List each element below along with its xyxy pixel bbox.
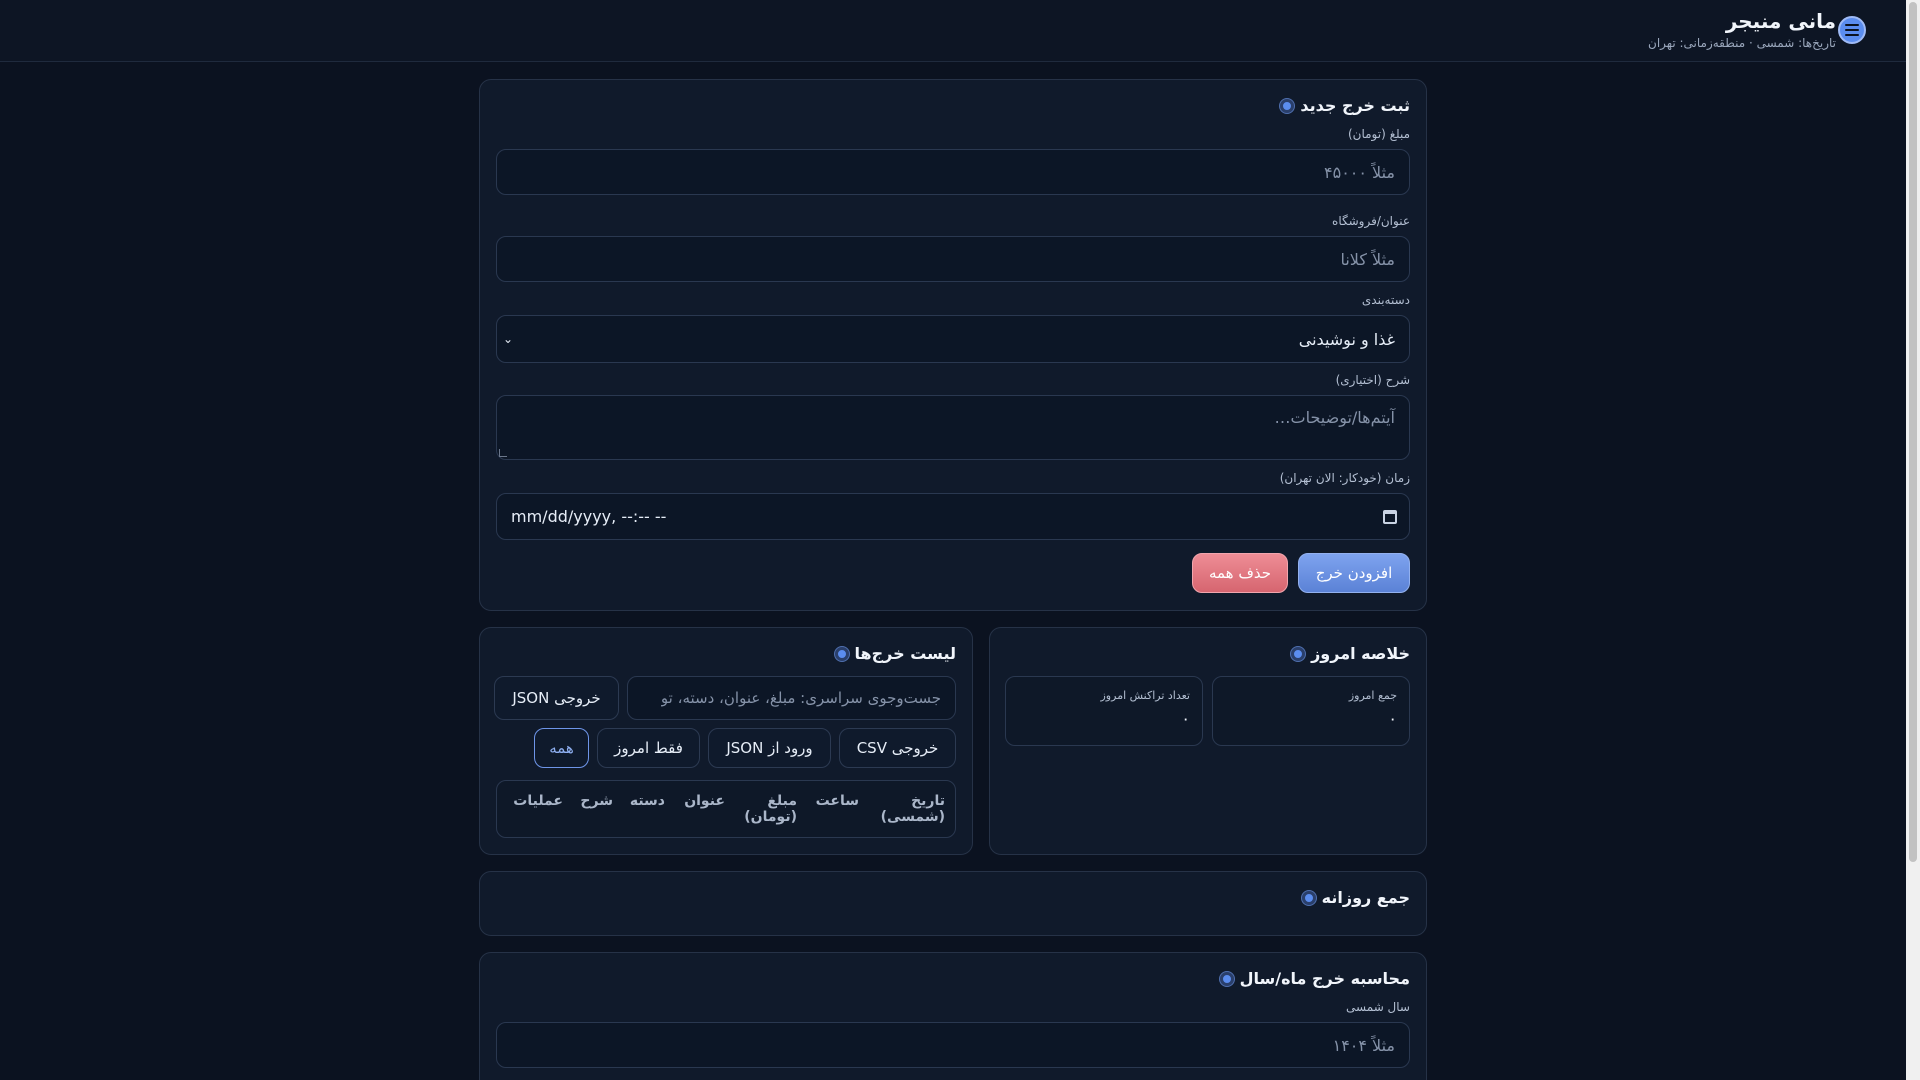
col-category[interactable]: دسته bbox=[630, 793, 665, 809]
col-title[interactable]: عنوان bbox=[684, 793, 725, 809]
category-label: دسته‌بندی bbox=[1361, 293, 1410, 307]
search-input[interactable]: جست‌وجوی سراسری: مبلغ، عنوان، دسته، تو bbox=[627, 676, 956, 720]
year-input[interactable]: مثلاً ۱۴۰۴ bbox=[496, 1022, 1410, 1068]
today-summary-card: خلاصه امروز جمع امروز ۰ تعداد تراکنش امر… bbox=[989, 627, 1427, 855]
time-label: زمان (خودکار: الان تهران) bbox=[1279, 471, 1410, 485]
today-count-stat: تعداد تراکنش امروز ۰ bbox=[1005, 676, 1203, 746]
summary-title: خلاصه امروز bbox=[1291, 644, 1410, 663]
app-title: مانی منیجر bbox=[1725, 9, 1836, 33]
expense-list-card: لیست خرج‌ها جست‌وجوی سراسری: مبلغ، عنوان… bbox=[479, 627, 973, 855]
chevron-down-icon: ⌄ bbox=[503, 332, 514, 346]
export-json-button[interactable]: خروجی JSON bbox=[494, 676, 619, 720]
col-date[interactable]: تاریخ (شمسی) bbox=[881, 793, 945, 825]
daily-title: جمع روزانه bbox=[1301, 888, 1410, 907]
bullet-icon bbox=[1219, 971, 1234, 986]
title-label: عنوان/فروشگاه bbox=[1332, 214, 1410, 228]
top-bar: مانی منیجر تاریخ‌ها: شمسی · منطقه‌زمانی:… bbox=[0, 0, 1906, 62]
title-input[interactable]: مثلاً کلانا bbox=[496, 236, 1410, 282]
today-total-stat: جمع امروز ۰ bbox=[1212, 676, 1410, 746]
bullet-icon bbox=[1280, 98, 1295, 113]
new-expense-title: ثبت خرج جدید bbox=[1280, 96, 1410, 115]
year-label: سال شمسی bbox=[1346, 1000, 1410, 1014]
bullet-icon bbox=[1291, 646, 1306, 661]
col-time[interactable]: ساعت bbox=[816, 793, 859, 809]
add-expense-button[interactable]: افزودن خرج bbox=[1298, 553, 1410, 593]
filter-all-button[interactable]: همه bbox=[534, 728, 589, 768]
menu-icon[interactable] bbox=[1838, 16, 1866, 44]
datetime-input[interactable]: mm/dd/yyyy, --:-- -- bbox=[496, 493, 1410, 540]
list-title: لیست خرج‌ها bbox=[834, 644, 956, 663]
bullet-icon bbox=[1301, 890, 1316, 905]
period-calc-card: محاسبه خرج ماه/سال سال شمسی مثلاً ۱۴۰۴ bbox=[479, 952, 1427, 1080]
bullet-icon bbox=[834, 646, 849, 661]
description-label: شرح (اختیاری) bbox=[1335, 373, 1410, 387]
page-scrollbar[interactable] bbox=[1906, 0, 1920, 1080]
col-actions[interactable]: عملیات bbox=[513, 793, 563, 809]
period-title: محاسبه خرج ماه/سال bbox=[1219, 969, 1410, 988]
import-json-button[interactable]: ورود از JSON bbox=[708, 728, 831, 768]
category-select[interactable]: غذا و نوشیدنی ⌄ bbox=[496, 315, 1410, 363]
col-amount[interactable]: مبلغ (تومان) bbox=[744, 793, 797, 825]
amount-label: مبلغ (تومان) bbox=[1347, 127, 1410, 141]
scrollbar-thumb[interactable] bbox=[1909, 2, 1917, 862]
new-expense-card: ثبت خرج جدید مبلغ (تومان) مثلاً ۴۵۰۰۰ عن… bbox=[479, 79, 1427, 611]
delete-all-button[interactable]: حذف همه bbox=[1192, 553, 1288, 593]
daily-totals-card: جمع روزانه bbox=[479, 871, 1427, 936]
resize-handle[interactable] bbox=[499, 449, 507, 457]
export-csv-button[interactable]: خروجی CSV bbox=[839, 728, 956, 768]
col-description[interactable]: شرح bbox=[580, 793, 613, 809]
filter-today-button[interactable]: فقط امروز bbox=[597, 728, 700, 768]
amount-input[interactable]: مثلاً ۴۵۰۰۰ bbox=[496, 149, 1410, 195]
app-subtitle: تاریخ‌ها: شمسی · منطقه‌زمانی: تهران bbox=[1648, 36, 1836, 50]
description-textarea[interactable]: آیتم‌ها/توضیحات… bbox=[496, 395, 1410, 460]
expense-table-header: تاریخ (شمسی) ساعت مبلغ (تومان) عنوان دست… bbox=[496, 780, 956, 838]
calendar-icon[interactable] bbox=[1383, 509, 1397, 524]
